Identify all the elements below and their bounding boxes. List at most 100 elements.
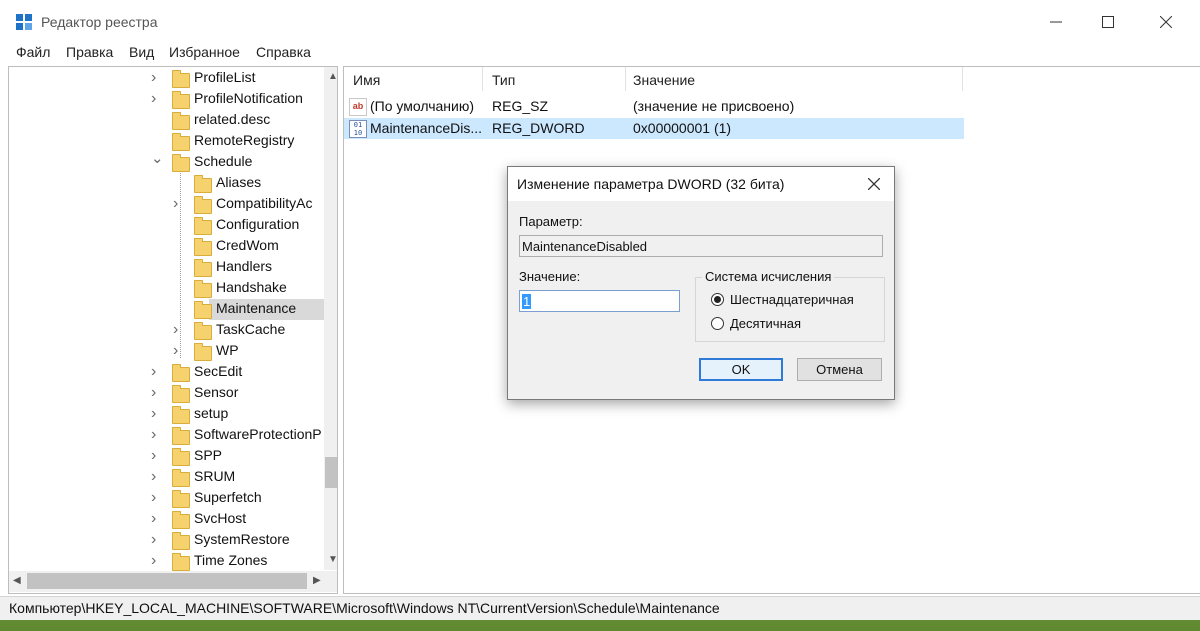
menu-favorites[interactable]: Избранное (169, 44, 240, 60)
scroll-right-icon[interactable]: ▶ (313, 575, 321, 586)
chevron-right-icon[interactable]: › (151, 448, 161, 464)
tree-item-label: Time Zones (194, 552, 268, 568)
tree-item[interactable]: › ProfileList (9, 68, 319, 89)
tree-item[interactable]: › Time Zones (9, 551, 319, 572)
tree-item[interactable]: › Superfetch (9, 488, 319, 509)
chevron-right-icon[interactable]: › (151, 427, 161, 443)
folder-icon (194, 343, 212, 361)
value-input[interactable]: 1 (519, 290, 680, 312)
folder-icon (172, 406, 190, 424)
tree-item-label: Schedule (194, 153, 253, 169)
dialog-title-bar: Изменение параметра DWORD (32 бита) (508, 167, 894, 201)
chevron-right-icon[interactable]: › (151, 511, 161, 527)
radio-dec[interactable] (711, 317, 724, 330)
tree-item-label: SPP (194, 447, 223, 463)
chevron-right-icon[interactable]: › (151, 364, 161, 380)
tree-item[interactable]: › Sensor (9, 383, 319, 404)
chevron-right-icon[interactable]: › (151, 469, 161, 485)
tree-item[interactable]: › CompatibilityAc (9, 194, 319, 215)
string-value-icon: ab (349, 98, 367, 116)
menu-bar: Файл Правка Вид Избранное Справка (0, 44, 1200, 66)
tree-item[interactable]: › SecEdit (9, 362, 319, 383)
base-group-title: Система исчисления (702, 269, 835, 284)
chevron-right-icon[interactable]: › (151, 91, 161, 107)
list-row-selected[interactable]: 01 10 MaintenanceDis... REG_DWORD 0x00000… (344, 118, 964, 139)
chevron-right-icon[interactable]: › (173, 322, 183, 338)
radio-hex[interactable] (711, 293, 724, 306)
chevron-down-icon[interactable]: ⌄ (151, 151, 164, 166)
chevron-right-icon[interactable]: › (151, 490, 161, 506)
value-name: MaintenanceDis... (370, 120, 483, 136)
chevron-right-icon[interactable]: › (151, 406, 161, 422)
param-name-field: MaintenanceDisabled (519, 235, 883, 257)
tree-item[interactable]: › ProfileNotification (9, 89, 319, 110)
tree-item[interactable]: related.desc (9, 110, 319, 131)
tree-item-label: setup (194, 405, 229, 421)
tree-item-label: Handlers (216, 258, 273, 274)
tree-vertical-scrollbar[interactable]: ▲ ▼ (324, 67, 337, 570)
column-type[interactable]: Тип (492, 67, 515, 91)
column-value[interactable]: Значение (633, 67, 695, 91)
chevron-right-icon[interactable]: › (151, 70, 161, 86)
window-title: Редактор реестра (41, 14, 158, 30)
tree-item[interactable]: › WP (9, 341, 319, 362)
chevron-right-icon[interactable]: › (173, 196, 183, 212)
tree-item[interactable]: CredWom (9, 236, 319, 257)
tree-item[interactable]: › SoftwareProtectionP (9, 425, 322, 446)
dialog-title: Изменение параметра DWORD (32 бита) (517, 176, 785, 192)
tree-item[interactable]: › SvcHost (9, 509, 319, 530)
radio-hex-label[interactable]: Шестнадцатеричная (730, 292, 854, 307)
close-button[interactable] (1140, 0, 1192, 44)
tree-item[interactable]: RemoteRegistry (9, 131, 319, 152)
radio-dec-label[interactable]: Десятичная (730, 316, 801, 331)
registry-tree[interactable]: › ProfileList › ProfileNotification related.… (8, 66, 338, 594)
menu-help[interactable]: Справка (256, 44, 311, 60)
tree-item[interactable]: › setup (9, 404, 319, 425)
chevron-right-icon[interactable]: › (151, 385, 161, 401)
tree-item[interactable]: Configuration (9, 215, 319, 236)
tree-item[interactable]: Handshake (9, 278, 319, 299)
tree-item[interactable]: Maintenance (9, 299, 325, 320)
chevron-right-icon[interactable]: › (151, 532, 161, 548)
tree-item[interactable]: ⌄ Schedule (9, 151, 319, 173)
tree-item[interactable]: › SRUM (9, 467, 319, 488)
list-row[interactable]: ab (По умолчанию) REG_SZ (значение не пр… (344, 96, 964, 117)
cancel-button[interactable]: Отмена (797, 358, 882, 381)
scroll-thumb[interactable] (325, 457, 337, 488)
param-label: Параметр: (519, 214, 583, 229)
edit-dword-dialog: Изменение параметра DWORD (32 бита) Пара… (507, 166, 895, 400)
registry-path: Компьютер\HKEY_LOCAL_MACHINE\SOFTWARE\Mi… (9, 600, 720, 616)
tree-item-label: Configuration (216, 216, 300, 232)
chevron-right-icon[interactable]: › (151, 553, 161, 569)
folder-icon (172, 553, 190, 571)
column-divider[interactable] (482, 67, 483, 91)
tree-item[interactable]: › SystemRestore (9, 530, 319, 551)
tree-item[interactable]: Handlers (9, 257, 319, 278)
menu-view[interactable]: Вид (129, 44, 154, 60)
scroll-left-icon[interactable]: ◀ (13, 575, 21, 586)
column-divider[interactable] (625, 67, 626, 91)
scroll-down-icon[interactable]: ▼ (328, 554, 337, 565)
ok-button[interactable]: OK (699, 358, 783, 381)
menu-edit[interactable]: Правка (66, 44, 113, 60)
scroll-up-icon[interactable]: ▲ (328, 71, 337, 82)
value-label: Значение: (519, 269, 581, 284)
menu-file[interactable]: Файл (16, 44, 50, 60)
folder-icon (194, 322, 212, 340)
minimize-button[interactable] (1030, 0, 1082, 44)
folder-icon (194, 280, 212, 298)
tree-item[interactable]: › SPP (9, 446, 319, 467)
column-name[interactable]: Имя (353, 67, 380, 91)
tree-item[interactable]: › TaskCache (9, 320, 319, 341)
folder-icon (172, 133, 190, 151)
column-divider[interactable] (962, 67, 963, 91)
dialog-close-button[interactable] (862, 173, 886, 195)
chevron-right-icon[interactable]: › (173, 343, 183, 359)
tree-item[interactable]: Aliases (9, 173, 319, 194)
value-data: (значение не присвоено) (633, 98, 795, 114)
tree-horizontal-scrollbar[interactable]: ◀ ▶ (9, 571, 337, 592)
maximize-button[interactable] (1082, 0, 1134, 44)
hscroll-thumb[interactable] (27, 573, 307, 589)
tree-guide-line (180, 173, 181, 358)
maximize-icon (1102, 16, 1114, 28)
